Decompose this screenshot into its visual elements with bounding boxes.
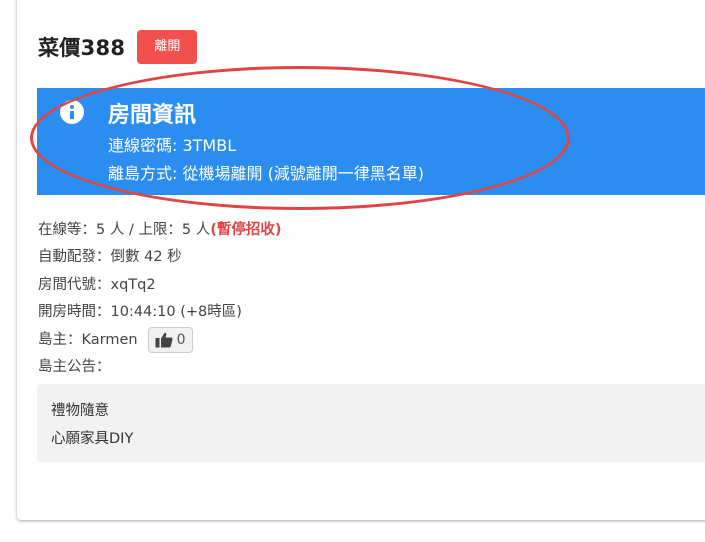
info-icon	[60, 100, 84, 124]
like-count: 0	[176, 331, 186, 348]
host-announcement: 禮物隨意 心願家具DIY	[37, 384, 705, 462]
room-details: 在線等：5 人 / 上限：5 人 (暫停招收) 自動配發：倒數 42 秒 房間代號…	[38, 216, 282, 381]
online-count-row: 在線等：5 人 / 上限：5 人 (暫停招收)	[38, 216, 282, 244]
host-row: 島主：Karmen 0	[38, 326, 282, 354]
open-time: 開房時間：10:44:10 (+8時區)	[38, 304, 242, 321]
paused-status: (暫停招收)	[210, 221, 282, 238]
online-count: 在線等：5 人 / 上限：5 人	[38, 221, 211, 238]
exit-method: 離島方式: 從機場離開 (減號離開一律黑名單)	[108, 164, 425, 183]
leave-button[interactable]: 離開	[137, 30, 198, 64]
thumbs-up-icon	[155, 332, 173, 348]
room-info-box: 房間資訊 連線密碼: 3TMBL 離島方式: 從機場離開 (減號離開一律黑名單)	[37, 88, 705, 195]
room-code-row: 房間代號：xqTq2	[38, 271, 282, 299]
announcement-line: 禮物隨意	[51, 403, 109, 419]
room-header: 菜價388 離開	[38, 29, 198, 65]
announcement-label-row: 島主公告：	[38, 354, 282, 382]
host-name: 島主：Karmen	[38, 331, 138, 348]
announcement-label: 島主公告：	[38, 359, 111, 376]
room-title: 菜價388	[38, 36, 126, 60]
open-time-row: 開房時間：10:44:10 (+8時區)	[38, 299, 282, 327]
announcement-line: 心願家具DIY	[51, 431, 134, 447]
connection-password: 連線密碼: 3TMBL	[108, 136, 237, 155]
room-code: 房間代號：xqTq2	[38, 276, 156, 293]
auto-dispatch: 自動配發：倒數 42 秒	[38, 249, 182, 266]
auto-dispatch-row: 自動配發：倒數 42 秒	[38, 244, 282, 272]
like-button[interactable]: 0	[147, 326, 193, 353]
page: 菜價388 離開 房間資訊 連線密碼: 3TMBL 離島方式: 從機場離開 (減…	[0, 0, 705, 542]
room-info-title: 房間資訊	[108, 103, 197, 128]
